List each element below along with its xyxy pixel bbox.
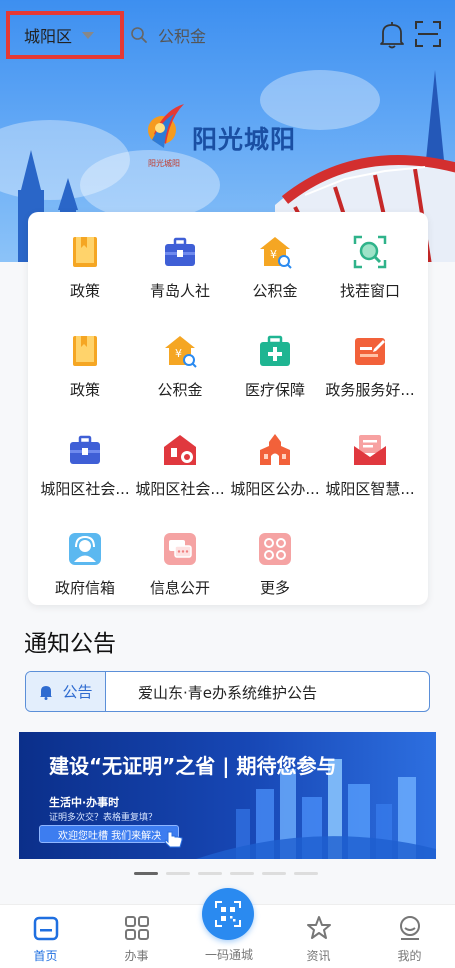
carousel-dot[interactable] [166,872,190,875]
carousel-dot[interactable] [198,872,222,875]
qr-code-icon [215,901,241,927]
tab-news[interactable]: 资讯 [273,905,364,968]
service-chengyang-smart[interactable]: 城阳区智慧... [320,410,420,510]
promo-banner[interactable]: 建设“无证明”之省 | 期待您参与 生活中·办事时 证明多次交？表格重复填？ 欢… [19,732,436,859]
home-icon [33,916,58,941]
sun-emblem-icon [148,104,184,148]
district-selector[interactable]: 城阳区 [6,11,124,59]
service-label: 政策 [69,282,100,300]
service-chengyang-social-1[interactable]: 城阳区社会... [35,410,135,510]
banner-line-1: 生活中·办事时 [49,796,120,809]
carousel-indicator [134,872,318,875]
service-find-fault-window[interactable]: 找茬窗口 [320,212,420,312]
support-agent-icon [69,533,101,565]
service-label: 城阳区社会... [40,480,130,498]
service-policy[interactable]: 政策 [35,212,135,312]
service-more[interactable]: 更多 [225,509,325,609]
carousel-dot[interactable] [134,872,158,875]
tab-services[interactable]: 办事 [91,905,182,968]
notice-bar[interactable]: 公告 爱山东·青e办系统维护公告 [25,671,430,712]
notice-tag: 公告 [26,672,106,711]
service-medical-insurance[interactable]: 医疗保障 [225,311,325,411]
edit-note-icon [355,338,385,365]
carousel-dot[interactable] [262,872,286,875]
magnifier-frame-icon [353,235,387,269]
service-label: 公积金 [252,282,298,300]
scan-icon[interactable] [414,20,442,48]
banner-headline: 建设“无证明”之省 | 期待您参与 [49,754,337,778]
app-screen: 城阳区 公积金 阳光城阳 阳光城阳 政策 青岛人社 ¥ 公积金 找茬窗口 政策 … [0,0,455,968]
bell-icon[interactable] [378,20,406,50]
banner-line-2: 证明多次交？表格重复填？ [49,813,158,823]
star-icon [306,916,331,939]
district-label: 城阳区 [24,27,73,46]
service-gov-mailbox[interactable]: 政府信箱 [35,509,135,609]
service-label: 城阳区公办... [230,480,320,498]
tab-profile[interactable]: 我的 [364,905,455,968]
service-label: 信息公开 [149,579,210,597]
pointer-hand-icon [164,831,183,848]
brand-title: 阳光城阳 [192,125,297,154]
service-qingdao-hr[interactable]: 青岛人社 [130,212,230,312]
bell-icon [40,685,53,700]
housing-fund-icon: ¥ [165,336,197,368]
service-label: 政府信箱 [54,579,115,597]
search-bar[interactable]: 公积金 [130,22,350,48]
book-icon [73,237,97,267]
notice-text: 爱山东·青e办系统维护公告 [138,684,317,702]
services-card: 政策 青岛人社 ¥ 公积金 找茬窗口 政策 ¥ 公积金 医疗保障 政务服务好..… [28,212,428,605]
service-label: 城阳区智慧... [325,480,415,498]
carousel-dot[interactable] [294,872,318,875]
service-label: 政务服务好... [325,381,415,399]
tab-label: 资讯 [306,949,331,963]
service-housing-fund-2[interactable]: ¥ 公积金 [130,311,230,411]
caret-down-icon [82,31,95,39]
clover-grid-icon [259,533,291,565]
tab-label: 办事 [124,949,149,963]
service-label: 更多 [259,579,290,597]
service-gov-service-review[interactable]: 政务服务好... [320,311,420,411]
service-chengyang-public[interactable]: 城阳区公办... [225,410,325,510]
banner-cta-button[interactable]: 欢迎您吐槽 我们来解决 [39,825,183,848]
book-icon [73,336,97,366]
top-bar: 城阳区 公积金 [0,0,455,68]
house-badge-icon [164,435,196,465]
service-label: 医疗保障 [244,381,305,399]
tab-label[interactable]: 一码通城 [200,946,258,963]
service-info-disclosure[interactable]: 信息公开 [130,509,230,609]
medical-kit-icon [260,335,290,366]
search-icon [131,27,147,43]
brand-subtitle: 阳光城阳 [148,159,180,168]
service-label: 公积金 [157,381,203,399]
chat-bubbles-icon [164,533,196,565]
housing-fund-icon: ¥ [260,237,292,269]
briefcase-icon [70,435,100,464]
notice-section-title: 通知公告 [24,631,116,657]
profile-icon [399,916,420,940]
tab-label: 我的 [397,949,422,963]
banner-cta-label: 欢迎您吐槽 我们来解决 [58,830,162,842]
briefcase-icon [165,237,195,266]
carousel-dot[interactable] [230,872,254,875]
qr-code-button[interactable] [202,888,254,940]
svg-text:¥: ¥ [175,347,182,360]
notice-tag-label: 公告 [62,683,93,701]
service-label: 政策 [69,381,100,399]
service-policy-2[interactable]: 政策 [35,311,135,411]
tab-home[interactable]: 首页 [0,905,91,968]
service-housing-fund[interactable]: ¥ 公积金 [225,212,325,312]
search-placeholder: 公积金 [158,27,207,46]
service-label: 青岛人社 [149,282,210,300]
service-chengyang-social-2[interactable]: 城阳区社会... [130,410,230,510]
tab-label: 首页 [33,949,58,963]
brand-logo: 阳光城阳 阳光城阳 [140,100,320,170]
grid-icon [124,916,149,940]
service-label: 找茬窗口 [339,282,400,300]
service-label: 城阳区社会... [135,480,225,498]
mail-icon [354,435,386,465]
svg-text:¥: ¥ [270,248,277,261]
school-icon [260,434,290,465]
